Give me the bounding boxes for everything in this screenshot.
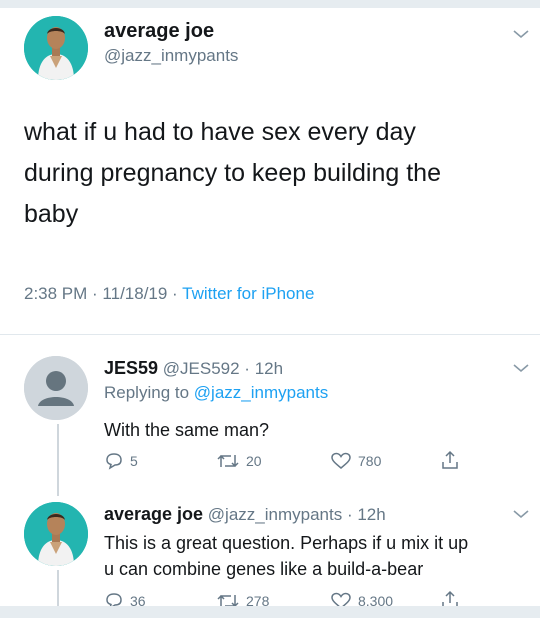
- reply2-text-line: u can combine genes like a build-a-bear: [104, 559, 424, 579]
- replying-to: Replying to @jazz_inmypants: [104, 383, 328, 403]
- divider: [0, 334, 540, 335]
- heart-icon: [331, 452, 351, 469]
- tweet-source[interactable]: Twitter for iPhone: [182, 284, 314, 303]
- replying-prefix: Replying to: [104, 383, 194, 402]
- reply1-text-line: With the same man?: [104, 420, 270, 440]
- reply1-header: JES59 @JES592 · 12h: [104, 358, 283, 379]
- author-avatar[interactable]: [24, 16, 88, 80]
- reply1-like-count: 780: [358, 453, 382, 469]
- chevron-down-icon[interactable]: [512, 508, 530, 520]
- author-name[interactable]: average joe: [104, 20, 214, 43]
- avatar-image: [24, 502, 88, 566]
- reply2-name[interactable]: average joe: [104, 504, 203, 524]
- thread-line: [57, 570, 59, 606]
- tweet-text: what if u had to have sex every day duri…: [24, 112, 524, 235]
- reply1-name[interactable]: JES59: [104, 358, 158, 378]
- default-avatar-icon: [24, 356, 88, 420]
- reply2-handle-time[interactable]: @jazz_inmypants · 12h: [208, 505, 386, 524]
- reply1-retweet-button[interactable]: 20: [216, 452, 262, 470]
- tweet-text-line: baby: [24, 200, 79, 228]
- tweet-text-line: what if u had to have sex every day: [24, 118, 416, 146]
- reply2-text: This is a great question. Perhaps if u m…: [104, 530, 468, 582]
- reply1-retweet-count: 20: [246, 453, 262, 469]
- avatar-image: [24, 16, 88, 80]
- tweet-meta: 2:38 PM · 11/18/19 · Twitter for iPhone: [24, 284, 314, 304]
- replying-handle-link[interactable]: @jazz_inmypants: [194, 383, 328, 402]
- tweet-timestamp[interactable]: 2:38 PM · 11/18/19 ·: [24, 284, 182, 303]
- thread-line: [57, 424, 59, 496]
- reply1-share-button[interactable]: [440, 450, 460, 470]
- retweet-icon: [217, 454, 239, 468]
- chevron-down-icon[interactable]: [512, 362, 530, 374]
- reply1-reply-button[interactable]: 5: [104, 452, 138, 470]
- reply2-header: average joe @jazz_inmypants · 12h: [104, 504, 386, 525]
- author-handle[interactable]: @jazz_inmypants: [104, 46, 238, 66]
- bottom-border: [0, 606, 540, 618]
- reply2-text-line: This is a great question. Perhaps if u m…: [104, 533, 469, 553]
- share-icon: [442, 450, 458, 469]
- reply2-avatar[interactable]: [24, 502, 88, 566]
- reply1-text: With the same man?: [104, 417, 269, 443]
- reply1-reply-count: 5: [130, 453, 138, 469]
- chevron-down-icon[interactable]: [512, 28, 530, 40]
- reply-avatar-default[interactable]: [24, 356, 88, 420]
- reply-icon: [106, 453, 122, 470]
- tweet-text-line: during pregnancy to keep building the: [24, 159, 441, 187]
- top-border: [0, 0, 540, 8]
- reply1-like-button[interactable]: 780: [330, 452, 381, 470]
- reply1-handle-time[interactable]: @JES592 · 12h: [163, 359, 283, 378]
